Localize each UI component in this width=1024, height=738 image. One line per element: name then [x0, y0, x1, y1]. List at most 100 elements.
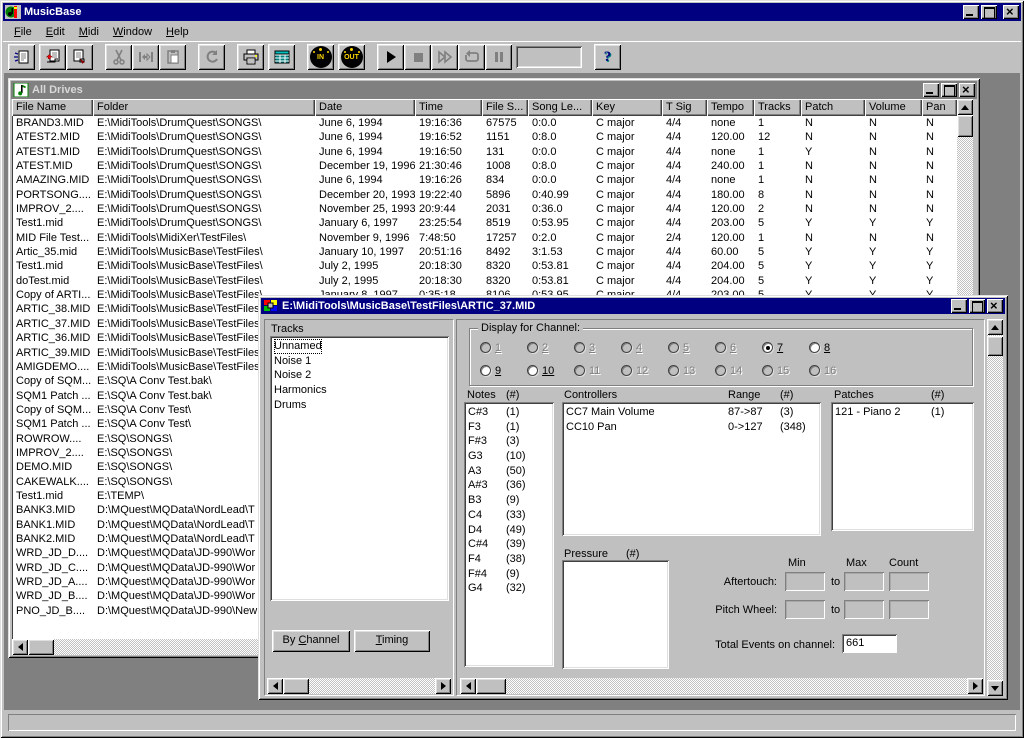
note-item[interactable]: F#3(3) [464, 434, 554, 449]
channel-radio[interactable]: 5 [668, 336, 715, 359]
vscroll-thumb[interactable] [957, 115, 973, 137]
stop-button[interactable] [404, 44, 431, 70]
scroll-down-button[interactable] [987, 680, 1003, 696]
pressure-listbox[interactable] [562, 560, 669, 669]
help-button[interactable]: ? [594, 44, 621, 70]
note-item[interactable]: F4(38) [464, 552, 554, 567]
pitch-count-field[interactable] [889, 600, 929, 619]
menu-item[interactable]: File [7, 24, 39, 40]
pitch-min-field[interactable] [785, 600, 825, 619]
scroll-left-button[interactable] [460, 678, 476, 694]
by-channel-button[interactable]: By Channel [272, 630, 350, 652]
channel-radio[interactable]: 12 [621, 359, 668, 382]
table-row[interactable]: IMPROV_2.... E:\MidiTools\DrumQuest\SONG… [12, 202, 957, 216]
viewer-maximize-button[interactable] [969, 299, 985, 313]
note-item[interactable]: B3(9) [464, 493, 554, 508]
patches-listbox[interactable]: 121 - Piano 2(1) [831, 402, 974, 531]
channel-radio[interactable]: 16 [809, 359, 856, 382]
viewer-titlebar[interactable]: E:\MidiTools\MusicBase\TestFiles\ARTIC_3… [261, 298, 1005, 314]
note-item[interactable]: C4(33) [464, 508, 554, 523]
total-events-value[interactable]: 661 [842, 634, 897, 653]
viewer-window-icon[interactable] [263, 299, 279, 313]
column-header-file-size[interactable]: File S... [482, 99, 528, 116]
menu-item[interactable]: Midi [72, 24, 106, 40]
aftertouch-count-field[interactable] [889, 572, 929, 591]
all-drives-maximize-button[interactable] [941, 83, 957, 97]
scroll-up-button[interactable] [957, 99, 973, 115]
track-item[interactable]: Noise 1 [270, 354, 449, 369]
all-drives-icon[interactable] [13, 83, 29, 97]
midi-in-button[interactable]: IN [307, 44, 334, 70]
column-header-tempo[interactable]: Tempo [707, 99, 754, 116]
channel-radio[interactable]: 9 [480, 359, 527, 382]
tracks-pane-hscrollbar[interactable] [267, 678, 451, 694]
hscroll-thumb[interactable] [283, 678, 309, 694]
undo-button[interactable] [198, 44, 225, 70]
channel-radio[interactable]: 11 [574, 359, 621, 382]
pause-button[interactable] [485, 44, 512, 70]
save-file-button[interactable] [66, 44, 93, 70]
channel-radio[interactable]: 13 [668, 359, 715, 382]
vscroll-thumb[interactable] [987, 336, 1003, 356]
column-header-tracks[interactable]: Tracks [754, 99, 801, 116]
column-header-date[interactable]: Date [315, 99, 415, 116]
column-header-patch[interactable]: Patch [801, 99, 865, 116]
minimize-button[interactable] [963, 5, 979, 19]
track-item[interactable]: Drums [270, 398, 449, 413]
channel-radio[interactable]: 8 [809, 336, 856, 359]
table-row[interactable]: AMAZING.MID E:\MidiTools\DrumQuest\SONGS… [12, 173, 957, 187]
pitch-max-field[interactable] [844, 600, 884, 619]
notes-listbox[interactable]: C#3(1) F3(1) F#3(3) G3(10) A3(50) A#3(36… [464, 402, 554, 667]
play-button[interactable] [377, 44, 404, 70]
viewer-close-button[interactable] [987, 299, 1003, 313]
table-row[interactable]: doTest.mid E:\MidiTools\MusicBase\TestFi… [12, 274, 957, 288]
timing-button[interactable]: Timing [354, 630, 430, 652]
channel-radio[interactable]: 10 [527, 359, 574, 382]
menu-item[interactable]: Window [106, 24, 159, 40]
column-header-song-length[interactable]: Song Le... [528, 99, 592, 116]
viewer-minimize-button[interactable] [951, 299, 967, 313]
column-header-folder[interactable]: Folder [93, 99, 315, 116]
scroll-left-button[interactable] [267, 678, 283, 694]
note-item[interactable]: C#3(1) [464, 405, 554, 420]
cut-button[interactable] [105, 44, 132, 70]
channel-radio[interactable]: 14 [715, 359, 762, 382]
track-item[interactable]: Harmonics [270, 383, 449, 398]
column-header-file-name[interactable]: File Name [12, 99, 93, 116]
patch-item[interactable]: 121 - Piano 2(1) [831, 405, 974, 420]
table-row[interactable]: ATEST.MID E:\MidiTools\DrumQuest\SONGS\ … [12, 159, 957, 173]
channel-radio[interactable]: 3 [574, 336, 621, 359]
note-item[interactable]: G3(10) [464, 449, 554, 464]
toolbar-textbox[interactable] [516, 46, 582, 68]
note-item[interactable]: F3(1) [464, 420, 554, 435]
menu-item[interactable]: Help [159, 24, 196, 40]
note-item[interactable]: D4(49) [464, 523, 554, 538]
table-row[interactable]: MID File Test... E:\MidiTools\MidiXer\Te… [12, 231, 957, 245]
all-drives-titlebar[interactable]: All Drives [11, 81, 977, 99]
viewer-vscrollbar[interactable] [987, 319, 1003, 696]
all-drives-close-button[interactable] [959, 83, 975, 97]
note-item[interactable]: A#3(36) [464, 478, 554, 493]
column-header-tsig[interactable]: T Sig [662, 99, 707, 116]
note-item[interactable]: A3(50) [464, 464, 554, 479]
note-item[interactable]: G4(32) [464, 581, 554, 596]
table-row[interactable]: ATEST2.MID E:\MidiTools\DrumQuest\SONGS\… [12, 130, 957, 144]
detail-pane-hscrollbar[interactable] [460, 678, 983, 694]
scroll-right-button[interactable] [435, 678, 451, 694]
tracks-listbox[interactable]: Unnamed Noise 1 Noise 2 Harmonics Drums [270, 336, 449, 601]
table-row[interactable]: Artic_35.mid E:\MidiTools\MusicBase\Test… [12, 245, 957, 259]
aftertouch-min-field[interactable] [785, 572, 825, 591]
paste-button[interactable] [159, 44, 186, 70]
midi-out-button[interactable]: OUT [338, 44, 365, 70]
database-view-button[interactable] [268, 44, 295, 70]
fast-forward-button[interactable] [431, 44, 458, 70]
open-file-button[interactable] [39, 44, 66, 70]
all-drives-minimize-button[interactable] [923, 83, 939, 97]
controller-item[interactable]: CC7 Main Volume87->87(3) [562, 405, 821, 420]
channel-radio[interactable]: 6 [715, 336, 762, 359]
column-header-key[interactable]: Key [592, 99, 662, 116]
app-icon[interactable] [5, 5, 21, 19]
scroll-up-button[interactable] [987, 319, 1003, 335]
note-item[interactable]: C#4(39) [464, 537, 554, 552]
table-row[interactable]: ATEST1.MID E:\MidiTools\DrumQuest\SONGS\… [12, 145, 957, 159]
